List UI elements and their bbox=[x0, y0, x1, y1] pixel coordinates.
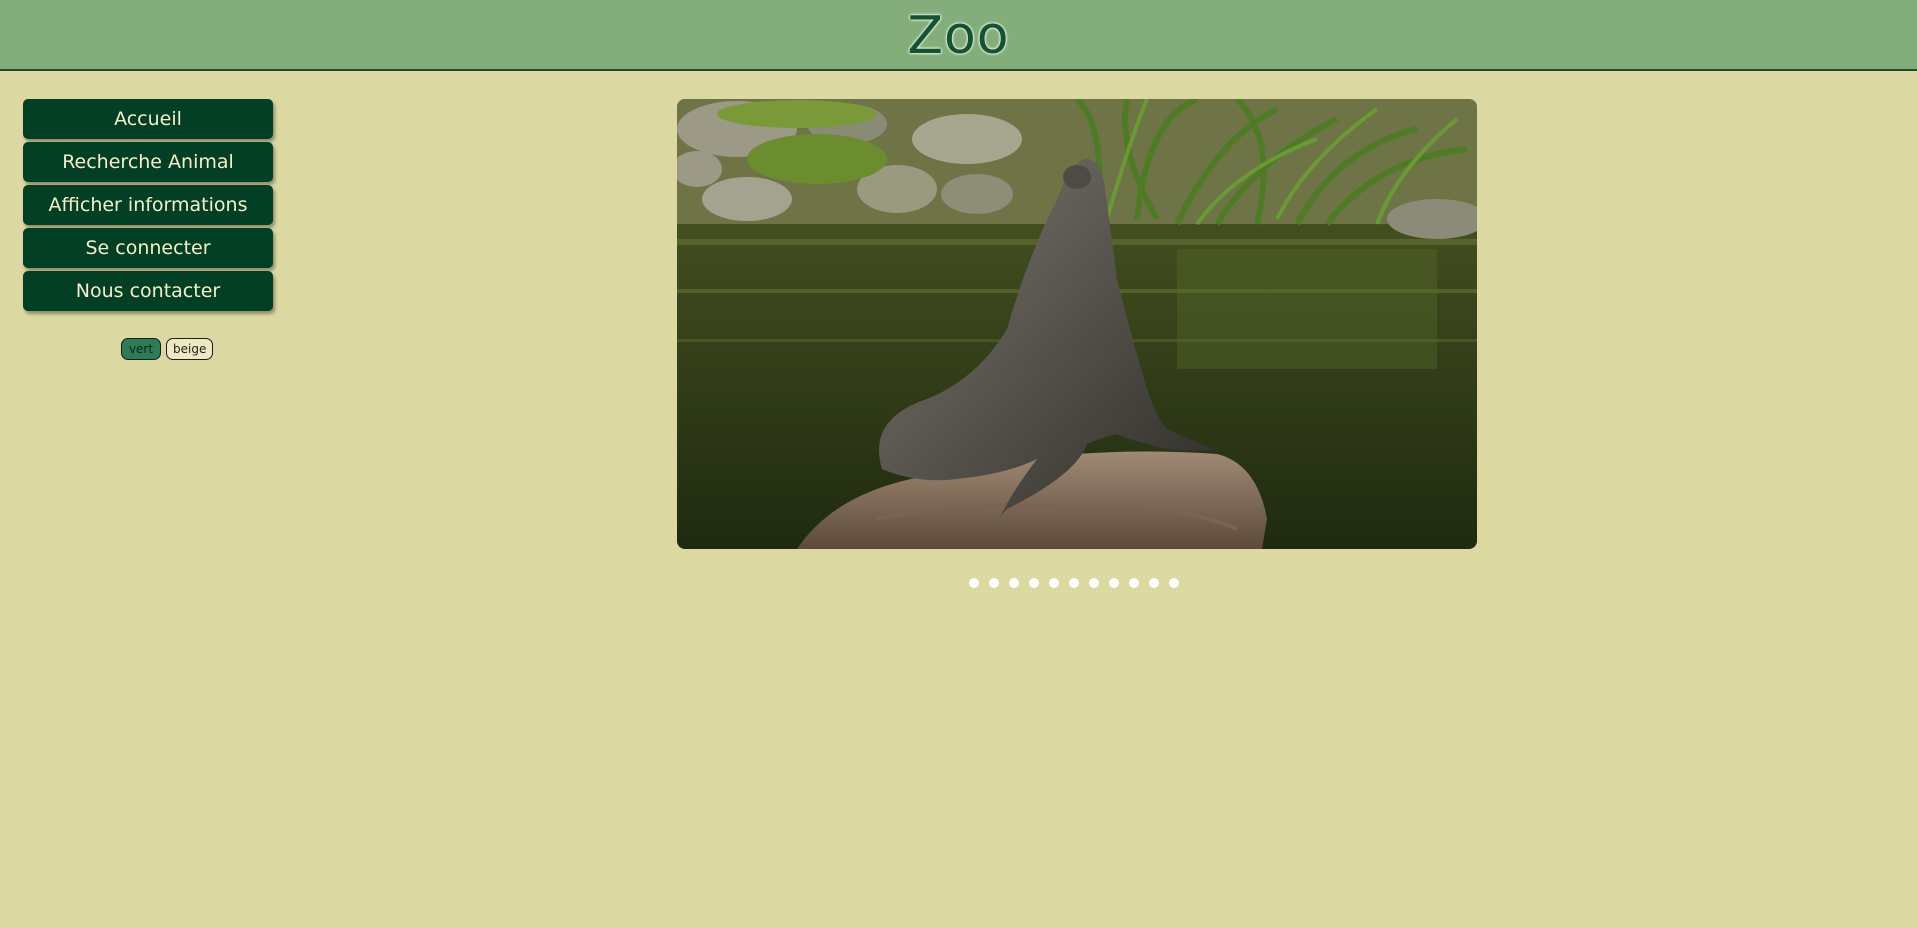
slider-dot[interactable] bbox=[1009, 578, 1019, 588]
theme-switcher: vert beige bbox=[121, 338, 214, 360]
slider-dot[interactable] bbox=[1089, 578, 1099, 588]
slider-dot[interactable] bbox=[1149, 578, 1159, 588]
slider-dot[interactable] bbox=[1129, 578, 1139, 588]
theme-beige-button[interactable]: beige bbox=[166, 338, 214, 360]
slider-dot[interactable] bbox=[1049, 578, 1059, 588]
site-header: Zoo bbox=[0, 0, 1917, 71]
image-slider bbox=[677, 99, 1477, 549]
nav-nous-contacter-button[interactable]: Nous contacter bbox=[23, 271, 273, 311]
slider-dot[interactable] bbox=[1169, 578, 1179, 588]
main-nav: Accueil Recherche Animal Afficher inform… bbox=[23, 99, 273, 314]
slider-dot[interactable] bbox=[1029, 578, 1039, 588]
slider-dot[interactable] bbox=[1109, 578, 1119, 588]
site-title: Zoo bbox=[907, 6, 1010, 66]
nav-accueil-button[interactable]: Accueil bbox=[23, 99, 273, 139]
theme-vert-button[interactable]: vert bbox=[121, 338, 161, 360]
nav-afficher-informations-button[interactable]: Afficher informations bbox=[23, 185, 273, 225]
nav-se-connecter-button[interactable]: Se connecter bbox=[23, 228, 273, 268]
seal-photo bbox=[677, 99, 1477, 549]
slider-dot[interactable] bbox=[989, 578, 999, 588]
slider-dots bbox=[969, 578, 1179, 588]
slider-dot[interactable] bbox=[1069, 578, 1079, 588]
nav-recherche-animal-button[interactable]: Recherche Animal bbox=[23, 142, 273, 182]
slider-dot[interactable] bbox=[969, 578, 979, 588]
